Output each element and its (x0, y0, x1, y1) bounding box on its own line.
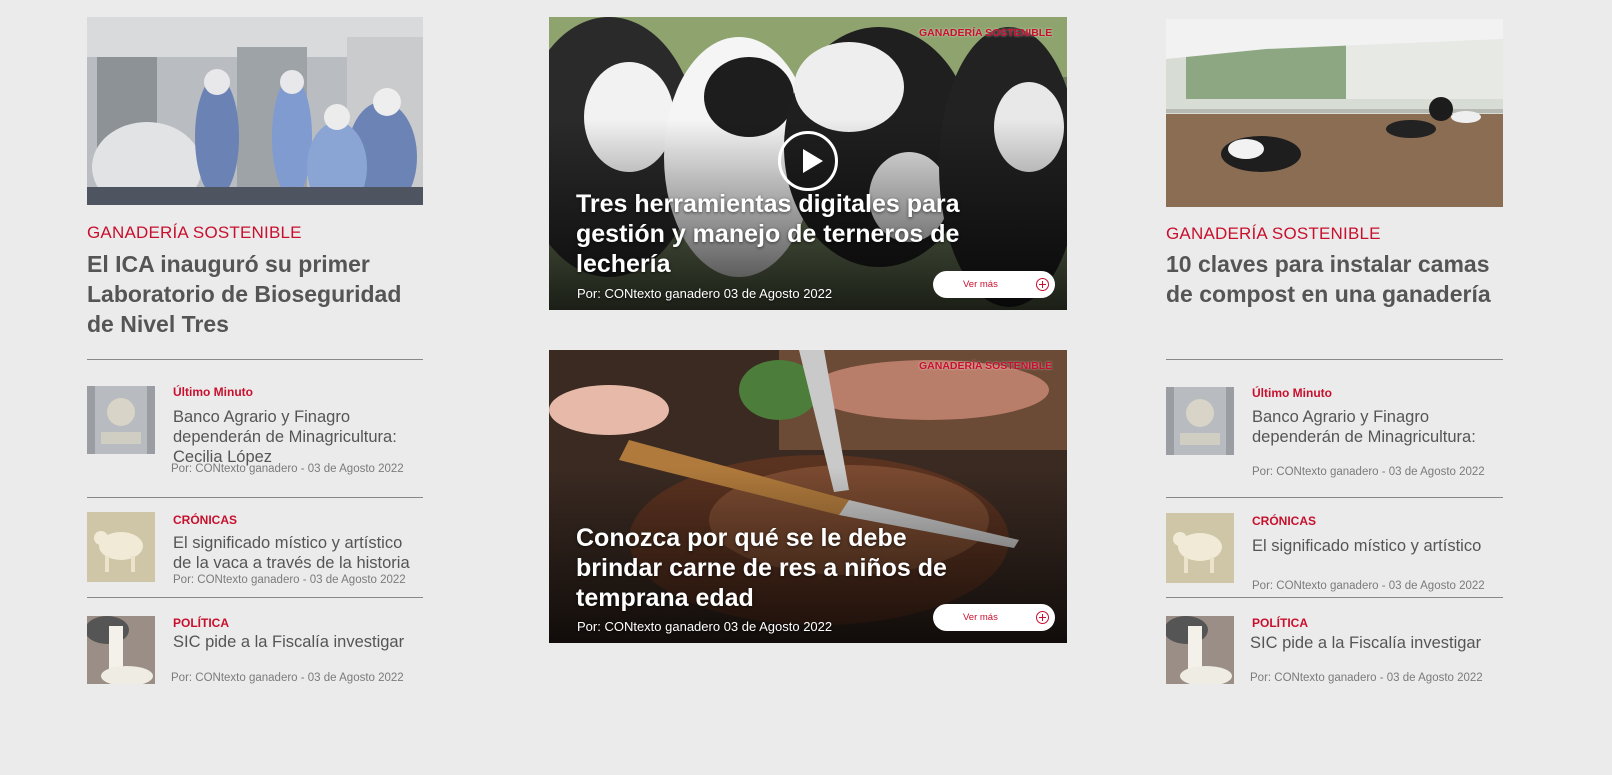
ver-mas-label: Ver más (963, 612, 998, 623)
item-category[interactable]: Último Minuto (173, 385, 253, 399)
divider (87, 359, 423, 360)
feature-category-label[interactable]: GANADERÍA SOSTENIBLE (919, 360, 1052, 372)
feature-title[interactable]: Tres herramientas digitales para gestión… (576, 189, 976, 279)
item-category[interactable]: POLÍTICA (173, 616, 229, 630)
milk-pour-thumbnail[interactable] (1166, 616, 1234, 684)
divider (1166, 359, 1503, 360)
item-category[interactable]: CRÓNICAS (173, 513, 237, 527)
item-byline: Por: CONtexto ganadero - 03 de Agosto 20… (1250, 672, 1483, 684)
item-title[interactable]: Banco Agrario y Finagro dependerán de Mi… (1252, 407, 1497, 447)
item-title[interactable]: SIC pide a la Fiscalía investigar (1250, 633, 1495, 653)
bank-building-thumbnail[interactable] (1166, 387, 1234, 455)
divider (1166, 597, 1503, 598)
item-byline: Por: CONtexto ganadero - 03 de Agosto 20… (1252, 466, 1485, 478)
ver-mas-label: Ver más (963, 279, 998, 290)
divider (1166, 497, 1503, 498)
main-category-label[interactable]: GANADERÍA SOSTENIBLE (1166, 224, 1381, 244)
ver-mas-button[interactable]: Ver más (933, 271, 1055, 298)
item-title[interactable]: El significado místico y artístico (1252, 536, 1497, 556)
divider (87, 597, 423, 598)
cow-painting-thumbnail[interactable] (1166, 513, 1234, 583)
item-category[interactable]: POLÍTICA (1252, 616, 1308, 630)
play-icon[interactable] (778, 131, 838, 191)
feature-byline: Por: CONtexto ganadero 03 de Agosto 2022 (577, 619, 833, 634)
item-byline: Por: CONtexto ganadero - 03 de Agosto 20… (1252, 580, 1485, 592)
main-category-label[interactable]: GANADERÍA SOSTENIBLE (87, 223, 302, 243)
plus-circle-icon (1036, 611, 1049, 624)
item-category[interactable]: CRÓNICAS (1252, 514, 1316, 528)
main-article-title[interactable]: 10 claves para instalar camas de compost… (1166, 249, 1511, 309)
item-byline: Por: CONtexto ganadero - 03 de Agosto 20… (171, 672, 404, 684)
item-title[interactable]: Banco Agrario y Finagro dependerán de Mi… (173, 407, 418, 467)
feature-category-label[interactable]: GANADERÍA SOSTENIBLE (919, 27, 1052, 39)
milk-pour-thumbnail[interactable] (87, 616, 155, 684)
divider (87, 497, 423, 498)
item-byline: Por: CONtexto ganadero - 03 de Agosto 20… (173, 574, 406, 586)
compost-barn-photo[interactable] (1166, 19, 1503, 207)
item-byline: Por: CONtexto ganadero - 03 de Agosto 20… (171, 463, 404, 475)
lab-photo[interactable] (87, 17, 423, 205)
item-title[interactable]: El significado místico y artístico de la… (173, 533, 418, 573)
bank-building-thumbnail[interactable] (87, 386, 155, 454)
plus-circle-icon (1036, 278, 1049, 291)
item-title[interactable]: SIC pide a la Fiscalía investigar (173, 632, 418, 652)
main-article-title[interactable]: El ICA inauguró su primer Laboratorio de… (87, 249, 417, 339)
feature-byline: Por: CONtexto ganadero 03 de Agosto 2022 (577, 286, 833, 301)
ver-mas-button[interactable]: Ver más (933, 604, 1055, 631)
cow-painting-thumbnail[interactable] (87, 512, 155, 582)
item-category[interactable]: Último Minuto (1252, 386, 1332, 400)
feature-title[interactable]: Conozca por qué se le debe brindar carne… (576, 523, 976, 613)
